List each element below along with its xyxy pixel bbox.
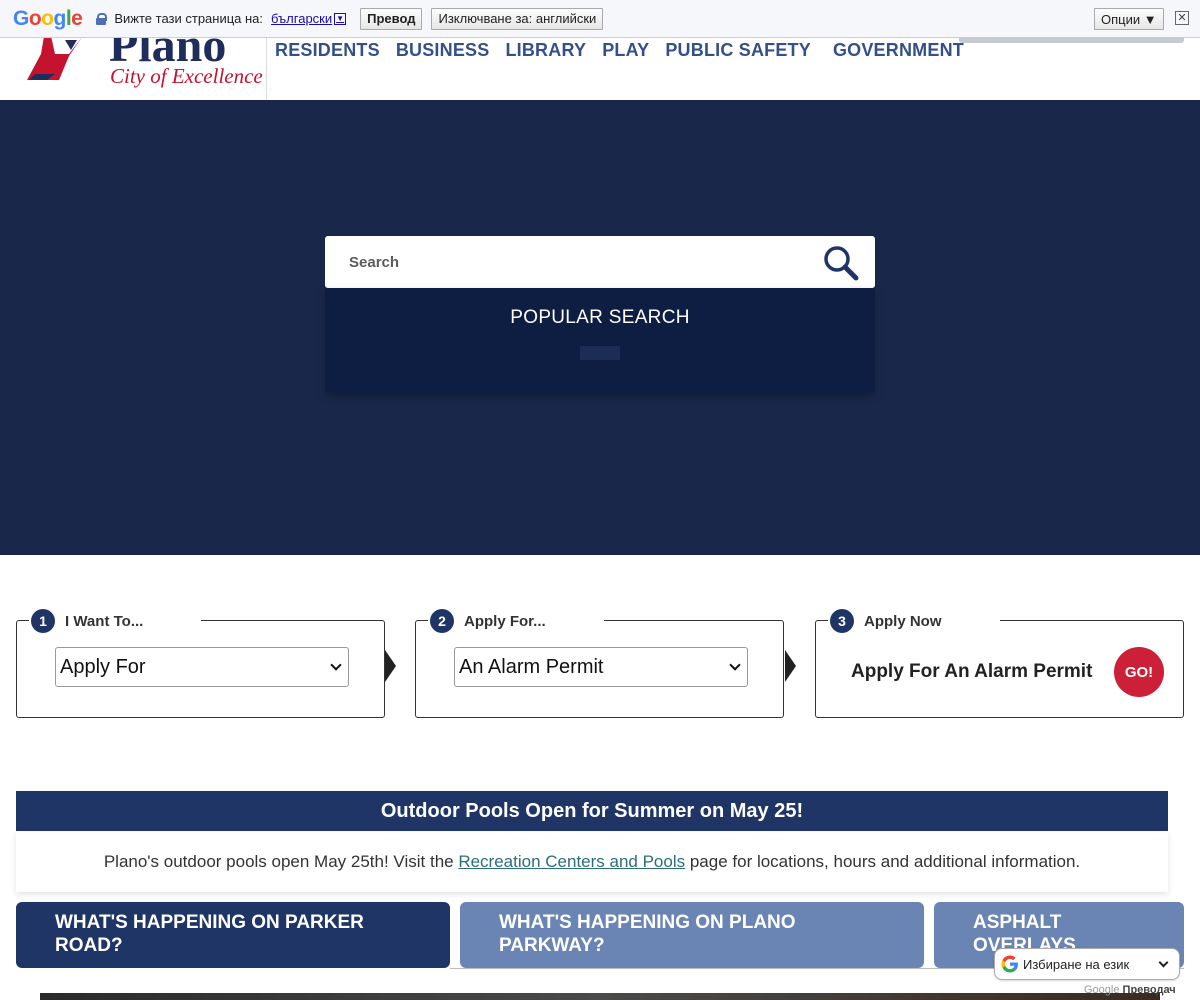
google-g-icon bbox=[1001, 955, 1018, 973]
dropdown-arrow-icon[interactable]: ▼ bbox=[334, 12, 347, 25]
hero-search-box bbox=[325, 236, 875, 288]
logo-tagline: City of Excellence bbox=[110, 64, 263, 88]
go-button[interactable]: GO! bbox=[1114, 647, 1164, 697]
step-number-badge: 2 bbox=[430, 609, 454, 633]
site-header: Plano City of Excellence RESIDENTS BUSIN… bbox=[0, 38, 1200, 100]
popular-search-panel: POPULAR SEARCH bbox=[325, 288, 875, 393]
language-select-label: Избиране на език bbox=[1023, 956, 1130, 972]
select-value: Apply For bbox=[60, 655, 146, 678]
language-select[interactable]: Избиране на език bbox=[994, 948, 1180, 980]
step-label: Apply For... bbox=[464, 612, 546, 630]
step-apply-now: 3 Apply Now Apply For An Alarm Permit GO… bbox=[815, 609, 1184, 718]
powered-by-google: Google Преводач bbox=[1084, 984, 1176, 996]
options-button[interactable]: Опции ▼ bbox=[1094, 8, 1164, 30]
card-title-line: ROAD? bbox=[55, 935, 123, 956]
translate-bar: Google Вижте тази страница на: български… bbox=[0, 0, 1200, 38]
card-title-line: PARKWAY? bbox=[499, 935, 605, 956]
nav-library[interactable]: LIBRARY bbox=[505, 40, 586, 61]
search-icon[interactable] bbox=[823, 245, 859, 281]
card-title-line: ASPHALT bbox=[973, 912, 1062, 933]
star-logo-icon bbox=[27, 38, 82, 80]
close-icon[interactable]: ✕ bbox=[1175, 11, 1189, 25]
translate-language-label: български bbox=[271, 11, 333, 26]
step-arrow-icon bbox=[385, 650, 396, 682]
nav-residents[interactable]: RESIDENTS bbox=[275, 40, 380, 61]
nav-government[interactable]: GOVERNMENT bbox=[833, 40, 964, 61]
select-value: An Alarm Permit bbox=[459, 655, 604, 678]
hero-section: POPULAR SEARCH bbox=[0, 100, 1200, 555]
main-nav: RESIDENTS BUSINESS LIBRARY PLAY PUBLIC S… bbox=[275, 38, 980, 62]
nav-public-safety[interactable]: PUBLIC SAFETY bbox=[665, 40, 811, 61]
step-apply-for: 2 Apply For... An Alarm Permit bbox=[415, 609, 784, 718]
nav-play[interactable]: PLAY bbox=[602, 40, 649, 61]
apply-for-select[interactable]: An Alarm Permit bbox=[454, 647, 748, 687]
card-parker-road[interactable]: WHAT'S HAPPENING ON PARKER ROAD? bbox=[16, 902, 450, 968]
google-logo: Google bbox=[13, 6, 83, 30]
recreation-centers-link[interactable]: Recreation Centers and Pools bbox=[458, 852, 685, 871]
alert-text-before: Plano's outdoor pools open May 25th! Vis… bbox=[103, 852, 459, 871]
translate-language-select[interactable]: български ▼ bbox=[271, 11, 347, 26]
i-want-to-select[interactable]: Apply For bbox=[55, 647, 349, 687]
site-logo[interactable]: Plano City of Excellence bbox=[25, 38, 267, 100]
step-label: I Want To... bbox=[65, 612, 144, 630]
step-number-badge: 3 bbox=[830, 609, 854, 633]
step-header: 1 I Want To... bbox=[29, 609, 202, 633]
header-search-bar[interactable] bbox=[959, 38, 1184, 43]
exclude-language-button[interactable]: Изключване за: английски bbox=[431, 7, 604, 30]
chevron-down-icon bbox=[330, 658, 342, 671]
card-plano-parkway[interactable]: WHAT'S HAPPENING ON PLANO PARKWAY? bbox=[460, 902, 924, 968]
apply-now-result: Apply For An Alarm Permit bbox=[851, 661, 1093, 682]
popular-search-title: POPULAR SEARCH bbox=[510, 307, 690, 328]
nav-business[interactable]: BUSINESS bbox=[396, 40, 490, 61]
card-title-line: WHAT'S HAPPENING ON PLANO bbox=[499, 912, 796, 933]
alert-text-after: page for locations, hours and additional… bbox=[685, 852, 1081, 871]
alert-title: Outdoor Pools Open for Summer on May 25! bbox=[16, 791, 1168, 831]
step-number-badge: 1 bbox=[31, 609, 55, 633]
step-i-want-to: 1 I Want To... Apply For bbox=[16, 609, 385, 718]
powered-text: Преводач bbox=[1122, 984, 1176, 996]
chevron-down-icon bbox=[1158, 957, 1169, 967]
lock-icon bbox=[96, 12, 108, 25]
step-label: Apply Now bbox=[864, 612, 942, 630]
popular-search-item[interactable] bbox=[580, 346, 620, 360]
step-header: 3 Apply Now bbox=[828, 609, 1000, 633]
step-arrow-icon bbox=[785, 650, 796, 682]
banner-image-edge bbox=[40, 993, 1160, 1000]
search-input[interactable] bbox=[349, 236, 819, 288]
step-header: 2 Apply For... bbox=[428, 609, 604, 633]
translate-button[interactable]: Превод bbox=[360, 7, 423, 30]
translate-prompt: Вижте тази страница на: bbox=[114, 11, 264, 26]
alert-body: Plano's outdoor pools open May 25th! Vis… bbox=[16, 832, 1168, 892]
chevron-down-icon bbox=[729, 658, 741, 671]
card-title-line: WHAT'S HAPPENING ON PARKER bbox=[55, 912, 364, 933]
powered-brand: Google bbox=[1084, 984, 1120, 996]
